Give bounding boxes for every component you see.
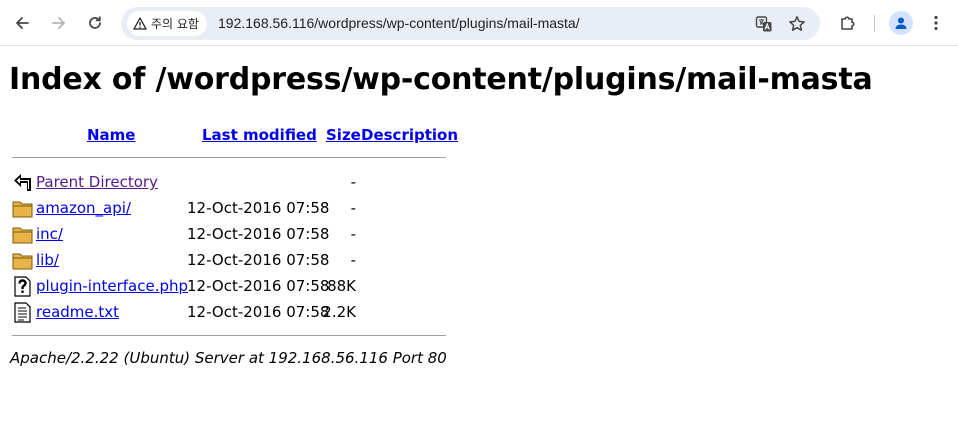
reload-button[interactable] (83, 11, 107, 35)
security-chip[interactable]: 주의 요함 (127, 11, 207, 36)
bookmark-button[interactable] (785, 12, 809, 36)
directory-link[interactable]: amazon_api/ (36, 199, 131, 217)
url-text[interactable]: 192.168.56.116/wordpress/wp-content/plug… (218, 15, 580, 31)
modified-date: 12-Oct-2016 07:58 (187, 199, 330, 217)
address-bar[interactable]: 주의 요함 192.168.56.116/wordpress/wp-conten… (121, 7, 820, 40)
reload-icon (89, 16, 101, 29)
directory-link[interactable]: inc/ (36, 225, 63, 243)
forward-button[interactable] (47, 11, 71, 35)
folder-icon (12, 253, 33, 270)
unknown-file-icon (14, 276, 31, 297)
name-column-header[interactable]: Name (87, 126, 135, 144)
size-column-header[interactable]: Size (326, 126, 361, 144)
table-row: inc/ 12-Oct-2016 07:58 - (0, 223, 460, 249)
toolbar-divider (874, 15, 875, 32)
file-size: - (350, 199, 356, 217)
last-modified-column-header[interactable]: Last modified (202, 126, 317, 144)
file-size: - (350, 173, 356, 191)
extensions-button[interactable] (836, 11, 860, 35)
file-link[interactable]: readme.txt (36, 303, 119, 321)
modified-date: 12-Oct-2016 07:58 (187, 303, 330, 321)
modified-date: 12-Oct-2016 07:58 (187, 251, 330, 269)
folder-icon (12, 201, 33, 218)
file-size: - (350, 251, 356, 269)
arrow-left-icon (16, 17, 29, 29)
table-row: lib/ 12-Oct-2016 07:58 - (0, 249, 460, 275)
more-vertical-icon (934, 15, 938, 31)
file-size: - (350, 225, 356, 243)
arrow-right-icon (52, 17, 65, 29)
directory-listing-page: Index of /wordpress/wp-content/plugins/m… (0, 46, 958, 423)
puzzle-icon (841, 16, 855, 30)
profile-button[interactable] (889, 11, 913, 35)
person-icon (895, 17, 907, 29)
parent-directory-link[interactable]: Parent Directory (36, 173, 158, 191)
browser-toolbar: 주의 요함 192.168.56.116/wordpress/wp-conten… (0, 0, 958, 46)
description-column-header[interactable]: Description (361, 126, 458, 144)
warning-icon (133, 17, 147, 30)
security-label: 주의 요함 (151, 17, 199, 31)
footer-divider (12, 335, 446, 336)
modified-date: 12-Oct-2016 07:58 (187, 225, 330, 243)
page-title: Index of /wordpress/wp-content/plugins/m… (9, 62, 873, 97)
file-size: 2.2K (322, 303, 356, 321)
modified-date: 12-Oct-2016 07:58 (187, 277, 330, 295)
file-size: 88K (327, 277, 356, 295)
folder-icon (12, 227, 33, 244)
table-row: amazon_api/ 12-Oct-2016 07:58 - (0, 197, 460, 223)
back-button[interactable] (10, 11, 34, 35)
star-icon (789, 16, 805, 31)
translate-icon (755, 16, 772, 32)
directory-link[interactable]: lib/ (36, 251, 59, 269)
file-link[interactable]: plugin-interface.php (36, 277, 188, 295)
text-file-icon (14, 302, 31, 323)
table-row: Parent Directory - (0, 171, 460, 197)
header-divider (12, 157, 446, 158)
table-row: readme.txt 12-Oct-2016 07:58 2.2K (0, 301, 460, 327)
server-signature: Apache/2.2.22 (Ubuntu) Server at 192.168… (10, 349, 447, 367)
table-row: plugin-interface.php 12-Oct-2016 07:58 8… (0, 275, 460, 301)
back-icon (14, 174, 31, 191)
translate-button[interactable] (752, 12, 776, 36)
menu-button[interactable] (924, 11, 948, 35)
